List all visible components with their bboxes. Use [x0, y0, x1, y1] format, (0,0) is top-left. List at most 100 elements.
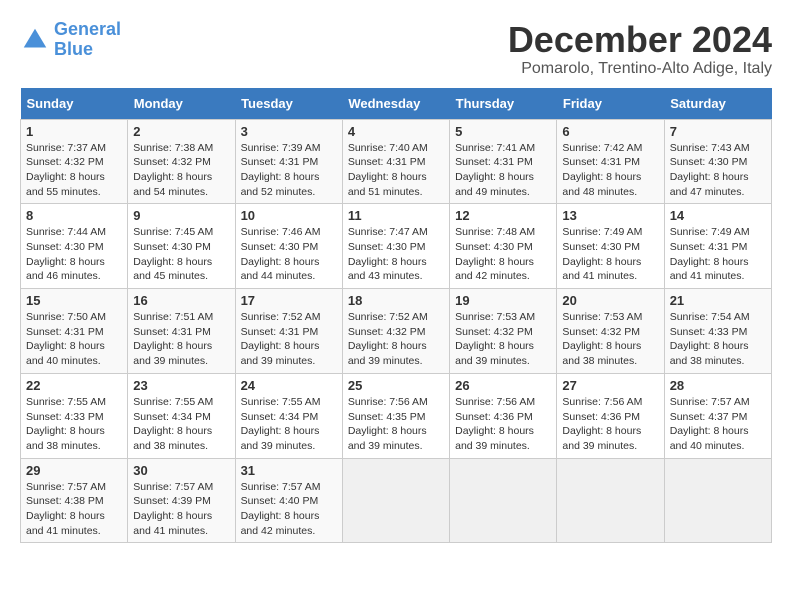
- day-number: 22: [26, 378, 122, 393]
- calendar-cell: 5Sunrise: 7:41 AM Sunset: 4:31 PM Daylig…: [450, 119, 557, 204]
- day-number: 9: [133, 208, 229, 223]
- day-number: 26: [455, 378, 551, 393]
- day-info: Sunrise: 7:50 AM Sunset: 4:31 PM Dayligh…: [26, 310, 122, 369]
- day-number: 5: [455, 124, 551, 139]
- page-header: General Blue December 2024 Pomarolo, Tre…: [20, 20, 772, 78]
- day-number: 10: [241, 208, 337, 223]
- weekday-header-saturday: Saturday: [664, 88, 771, 120]
- day-info: Sunrise: 7:45 AM Sunset: 4:30 PM Dayligh…: [133, 225, 229, 284]
- day-info: Sunrise: 7:52 AM Sunset: 4:32 PM Dayligh…: [348, 310, 444, 369]
- calendar-cell: 4 Sunrise: 7:40 AM Sunset: 4:31 PM Daylig…: [342, 119, 449, 204]
- day-number: 8: [26, 208, 122, 223]
- weekday-header-sunday: Sunday: [21, 88, 128, 120]
- day-number: 20: [562, 293, 658, 308]
- calendar-cell: 9 Sunrise: 7:45 AM Sunset: 4:30 PM Daylig…: [128, 204, 235, 289]
- calendar-cell: 13Sunrise: 7:49 AM Sunset: 4:30 PM Dayli…: [557, 204, 664, 289]
- day-number: 11: [348, 208, 444, 223]
- day-info: Sunrise: 7:47 AM Sunset: 4:30 PM Dayligh…: [348, 225, 444, 284]
- day-number: 29: [26, 463, 122, 478]
- logo-icon: [20, 25, 50, 55]
- logo: General Blue: [20, 20, 121, 60]
- calendar-cell: 29 Sunrise: 7:57 AM Sunset: 4:38 PM Dayli…: [21, 458, 128, 543]
- day-number: 25: [348, 378, 444, 393]
- day-info: Sunrise: 7:57 AM Sunset: 4:40 PM Dayligh…: [241, 480, 337, 539]
- day-number: 16: [133, 293, 229, 308]
- day-number: 6: [562, 124, 658, 139]
- logo-text: General Blue: [54, 20, 121, 60]
- day-number: 3: [241, 124, 337, 139]
- day-number: 15: [26, 293, 122, 308]
- calendar-cell: 21 Sunrise: 7:54 AM Sunset: 4:33 PM Dayli…: [664, 289, 771, 374]
- calendar-cell: 27 Sunrise: 7:56 AM Sunset: 4:36 PM Dayli…: [557, 373, 664, 458]
- day-info: Sunrise: 7:43 AM Sunset: 4:30 PM Dayligh…: [670, 141, 766, 200]
- calendar-cell: 19Sunrise: 7:53 AM Sunset: 4:32 PM Dayli…: [450, 289, 557, 374]
- weekday-header-tuesday: Tuesday: [235, 88, 342, 120]
- weekday-header-friday: Friday: [557, 88, 664, 120]
- weekday-header-monday: Monday: [128, 88, 235, 120]
- calendar-cell: 26 Sunrise: 7:56 AM Sunset: 4:36 PM Dayli…: [450, 373, 557, 458]
- day-number: 24: [241, 378, 337, 393]
- day-info: Sunrise: 7:48 AM Sunset: 4:30 PM Dayligh…: [455, 225, 551, 284]
- weekday-header-row: SundayMondayTuesdayWednesdayThursdayFrid…: [21, 88, 772, 120]
- calendar-week-3: 15 Sunrise: 7:50 AM Sunset: 4:31 PM Dayli…: [21, 289, 772, 374]
- day-number: 12: [455, 208, 551, 223]
- day-info: Sunrise: 7:56 AM Sunset: 4:36 PM Dayligh…: [455, 395, 551, 454]
- day-info: Sunrise: 7:42 AM Sunset: 4:31 PM Dayligh…: [562, 141, 658, 200]
- weekday-header-thursday: Thursday: [450, 88, 557, 120]
- calendar-cell: [664, 458, 771, 543]
- day-info: Sunrise: 7:49 AM Sunset: 4:30 PM Dayligh…: [562, 225, 658, 284]
- title-section: December 2024 Pomarolo, Trentino-Alto Ad…: [508, 20, 772, 78]
- day-info: Sunrise: 7:55 AM Sunset: 4:33 PM Dayligh…: [26, 395, 122, 454]
- calendar-cell: 12 Sunrise: 7:48 AM Sunset: 4:30 PM Dayli…: [450, 204, 557, 289]
- day-number: 28: [670, 378, 766, 393]
- calendar-cell: 30 Sunrise: 7:57 AM Sunset: 4:39 PM Dayli…: [128, 458, 235, 543]
- month-title: December 2024: [508, 20, 772, 60]
- day-info: Sunrise: 7:40 AM Sunset: 4:31 PM Dayligh…: [348, 141, 444, 200]
- day-info: Sunrise: 7:38 AM Sunset: 4:32 PM Dayligh…: [133, 141, 229, 200]
- calendar-cell: 1 Sunrise: 7:37 AM Sunset: 4:32 PM Daylig…: [21, 119, 128, 204]
- day-number: 21: [670, 293, 766, 308]
- day-info: Sunrise: 7:46 AM Sunset: 4:30 PM Dayligh…: [241, 225, 337, 284]
- calendar-cell: 23 Sunrise: 7:55 AM Sunset: 4:34 PM Dayli…: [128, 373, 235, 458]
- calendar-cell: [450, 458, 557, 543]
- day-number: 27: [562, 378, 658, 393]
- day-info: Sunrise: 7:53 AM Sunset: 4:32 PM Dayligh…: [562, 310, 658, 369]
- calendar-cell: 8 Sunrise: 7:44 AM Sunset: 4:30 PM Daylig…: [21, 204, 128, 289]
- calendar-week-4: 22 Sunrise: 7:55 AM Sunset: 4:33 PM Dayli…: [21, 373, 772, 458]
- day-number: 30: [133, 463, 229, 478]
- day-number: 4: [348, 124, 444, 139]
- calendar-cell: 10 Sunrise: 7:46 AM Sunset: 4:30 PM Dayli…: [235, 204, 342, 289]
- calendar-cell: 18Sunrise: 7:52 AM Sunset: 4:32 PM Dayli…: [342, 289, 449, 374]
- calendar-cell: 17Sunrise: 7:52 AM Sunset: 4:31 PM Dayli…: [235, 289, 342, 374]
- calendar-cell: 11 Sunrise: 7:47 AM Sunset: 4:30 PM Dayli…: [342, 204, 449, 289]
- day-info: Sunrise: 7:44 AM Sunset: 4:30 PM Dayligh…: [26, 225, 122, 284]
- calendar-cell: 2Sunrise: 7:38 AM Sunset: 4:32 PM Daylig…: [128, 119, 235, 204]
- calendar-cell: 25 Sunrise: 7:56 AM Sunset: 4:35 PM Dayli…: [342, 373, 449, 458]
- day-info: Sunrise: 7:54 AM Sunset: 4:33 PM Dayligh…: [670, 310, 766, 369]
- day-info: Sunrise: 7:56 AM Sunset: 4:35 PM Dayligh…: [348, 395, 444, 454]
- day-number: 14: [670, 208, 766, 223]
- calendar-cell: 24 Sunrise: 7:55 AM Sunset: 4:34 PM Dayli…: [235, 373, 342, 458]
- day-number: 1: [26, 124, 122, 139]
- day-info: Sunrise: 7:52 AM Sunset: 4:31 PM Dayligh…: [241, 310, 337, 369]
- day-number: 7: [670, 124, 766, 139]
- day-number: 31: [241, 463, 337, 478]
- day-info: Sunrise: 7:55 AM Sunset: 4:34 PM Dayligh…: [133, 395, 229, 454]
- calendar-week-2: 8 Sunrise: 7:44 AM Sunset: 4:30 PM Daylig…: [21, 204, 772, 289]
- calendar-cell: 15 Sunrise: 7:50 AM Sunset: 4:31 PM Dayli…: [21, 289, 128, 374]
- day-info: Sunrise: 7:57 AM Sunset: 4:38 PM Dayligh…: [26, 480, 122, 539]
- day-number: 23: [133, 378, 229, 393]
- day-info: Sunrise: 7:55 AM Sunset: 4:34 PM Dayligh…: [241, 395, 337, 454]
- calendar-cell: 7 Sunrise: 7:43 AM Sunset: 4:30 PM Daylig…: [664, 119, 771, 204]
- calendar-cell: 28Sunrise: 7:57 AM Sunset: 4:37 PM Dayli…: [664, 373, 771, 458]
- day-info: Sunrise: 7:56 AM Sunset: 4:36 PM Dayligh…: [562, 395, 658, 454]
- calendar-week-1: 1 Sunrise: 7:37 AM Sunset: 4:32 PM Daylig…: [21, 119, 772, 204]
- calendar-cell: 22 Sunrise: 7:55 AM Sunset: 4:33 PM Dayli…: [21, 373, 128, 458]
- calendar-cell: 14Sunrise: 7:49 AM Sunset: 4:31 PM Dayli…: [664, 204, 771, 289]
- calendar-cell: [557, 458, 664, 543]
- day-info: Sunrise: 7:57 AM Sunset: 4:39 PM Dayligh…: [133, 480, 229, 539]
- calendar-cell: 3Sunrise: 7:39 AM Sunset: 4:31 PM Daylig…: [235, 119, 342, 204]
- day-info: Sunrise: 7:53 AM Sunset: 4:32 PM Dayligh…: [455, 310, 551, 369]
- day-info: Sunrise: 7:37 AM Sunset: 4:32 PM Dayligh…: [26, 141, 122, 200]
- day-info: Sunrise: 7:51 AM Sunset: 4:31 PM Dayligh…: [133, 310, 229, 369]
